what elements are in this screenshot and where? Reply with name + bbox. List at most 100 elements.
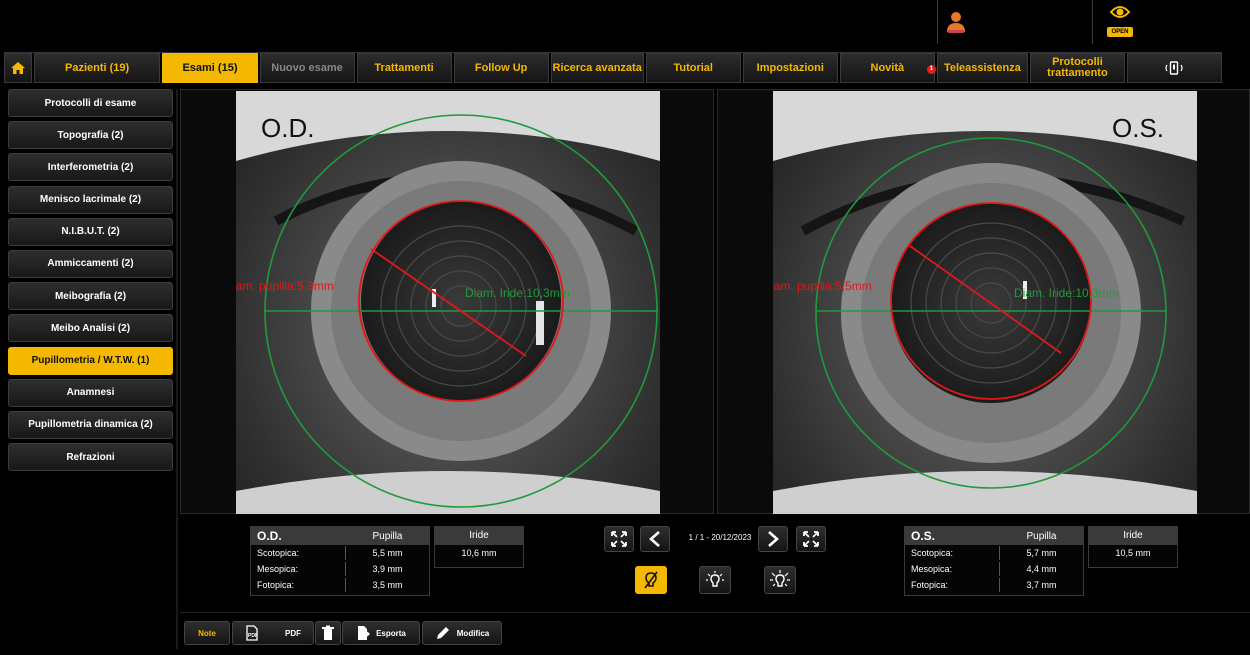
- od-mesopic-value: 3,9 mm: [372, 564, 403, 574]
- sidebar-item-meibografia[interactable]: Meibografia (2): [8, 282, 173, 311]
- bottom-toolbar: Note PDF PDF Esporta Modifica: [180, 612, 1250, 652]
- next-button[interactable]: [758, 526, 788, 552]
- trash-icon: [322, 625, 334, 640]
- nav-trattamenti[interactable]: Trattamenti: [356, 53, 452, 83]
- od-iris-box: Iride 10,6 mm: [434, 526, 524, 568]
- expand-icon: [611, 531, 627, 547]
- od-iris-value: 10,6 mm: [461, 548, 497, 558]
- note-button[interactable]: Note: [184, 621, 230, 645]
- sidebar-item-menisco[interactable]: Menisco lacrimale (2): [8, 185, 173, 214]
- chevron-left-icon: [649, 531, 660, 547]
- od-scotopic-value: 5,5 mm: [372, 548, 403, 558]
- nav-impostazioni-label: Impostazioni: [756, 61, 824, 74]
- sidebar-item-refrazioni[interactable]: Refrazioni: [8, 443, 173, 472]
- export-button-label: Esporta: [376, 628, 406, 638]
- bulb-icon: [706, 571, 724, 587]
- nav-novita[interactable]: Novità 1: [839, 53, 936, 83]
- sidebar-item-nibut[interactable]: N.I.B.U.T. (2): [8, 217, 173, 246]
- od-eye-heading: O.D.: [257, 529, 282, 543]
- os-pupil-table: O.S. Pupilla Scotopica: 5,7 mm Mesopica: 4,…: [904, 526, 1084, 596]
- od-iris-diameter-label: Diam. Iride:10,3mm: [465, 286, 570, 300]
- nav-follow-up[interactable]: Follow Up: [453, 53, 549, 83]
- device-vibrate-icon: [1165, 61, 1184, 75]
- od-scotopic-label: Scotopica:: [251, 546, 346, 560]
- sidebar-item-protocolli[interactable]: Protocolli di esame: [8, 89, 173, 117]
- nav-novita-label: Novità: [870, 61, 905, 74]
- nav-ricerca-avanzata-label: Ricerca avanzata: [552, 61, 642, 74]
- sidebar-divider: [176, 89, 178, 649]
- os-iris-box: Iride 10,5 mm: [1088, 526, 1178, 568]
- top-bar-separator: [1092, 0, 1093, 44]
- sidebar-item-interferometria[interactable]: Interferometria (2): [8, 153, 173, 182]
- sidebar-item-meibo-analisi[interactable]: Meibo Analisi (2): [8, 314, 173, 343]
- pdf-icon: PDF: [246, 625, 258, 641]
- nav-impostazioni[interactable]: Impostazioni: [742, 53, 838, 83]
- os-pupil-heading: Pupilla: [1026, 530, 1057, 542]
- os-image-label: O.S.: [1112, 113, 1165, 143]
- pdf-button[interactable]: PDF PDF: [232, 621, 314, 645]
- os-pupil-diameter-label: iam. pupilla:5,5mm: [773, 279, 872, 293]
- nav-nuovo-esame[interactable]: Nuovo esame: [259, 53, 355, 83]
- sidebar-item-anamnesi[interactable]: Anamnesi: [8, 378, 173, 407]
- nav-tutorial-label: Tutorial: [673, 61, 713, 74]
- expand-right-button[interactable]: [796, 526, 826, 552]
- delete-button[interactable]: [315, 621, 341, 645]
- nav-protocolli-trattamento-label: Protocolli trattamento: [1047, 56, 1108, 79]
- sidebar-item-topografia[interactable]: Topografia (2): [8, 121, 173, 150]
- user-icon[interactable]: [945, 10, 967, 34]
- svg-text:PDF: PDF: [248, 633, 258, 639]
- exam-sidebar: Protocolli di esame Topografia (2) Inter…: [8, 89, 173, 475]
- nav-protocolli-trattamento[interactable]: Protocolli trattamento: [1029, 53, 1125, 83]
- os-scotopic-label: Scotopica:: [905, 546, 1000, 560]
- medium-light-button[interactable]: [699, 566, 731, 594]
- nav-esami-label: Esami (15): [182, 61, 238, 74]
- od-eye-image: O.D. iam. pupilla:5,3mm Diam. Iride:10,3…: [236, 91, 660, 514]
- home-icon: [10, 62, 25, 74]
- open-button[interactable]: OPEN: [1106, 4, 1134, 40]
- os-photopic-label: Fotopica:: [905, 578, 1000, 592]
- od-pupil-table: O.D. Pupilla Scotopica: 5,5 mm Mesopica: 3,…: [250, 526, 430, 596]
- top-bar: OPEN: [0, 0, 1250, 44]
- od-iris-heading: Iride: [435, 527, 523, 545]
- os-image-panel: O.S. iam. pupilla:5,5mm Diam. Iride:10,3…: [717, 89, 1250, 514]
- os-iris-value: 10,5 mm: [1115, 548, 1151, 558]
- previous-button[interactable]: [640, 526, 670, 552]
- os-scotopic-value: 5,7 mm: [1026, 548, 1057, 558]
- od-pupil-diameter-label: iam. pupilla:5,3mm: [236, 279, 334, 293]
- edit-button-label: Modifica: [456, 628, 490, 638]
- chevron-right-icon: [768, 531, 779, 547]
- sidebar-item-pupillometria[interactable]: Pupillometria / W.T.W. (1): [8, 346, 173, 375]
- exam-date-label: 1 / 1 - 20/12/2023: [688, 533, 752, 542]
- note-button-label: Note: [198, 628, 216, 638]
- pencil-icon: [436, 627, 449, 639]
- os-iris-heading: Iride: [1089, 527, 1177, 545]
- nav-esami[interactable]: Esami (15): [162, 53, 258, 83]
- nav-tutorial[interactable]: Tutorial: [645, 53, 741, 83]
- od-image-label: O.D.: [261, 113, 315, 143]
- export-icon: [358, 626, 371, 640]
- export-button[interactable]: Esporta: [342, 621, 420, 645]
- nav-nuovo-esame-label: Nuovo esame: [271, 61, 343, 74]
- bright-light-button[interactable]: [764, 566, 796, 594]
- od-pupil-heading: Pupilla: [372, 530, 403, 542]
- nav-ricerca-avanzata[interactable]: Ricerca avanzata: [550, 53, 644, 83]
- nav-device[interactable]: [1126, 53, 1223, 83]
- bulb-bright-icon: [770, 570, 790, 587]
- nav-pazienti[interactable]: Pazienti (19): [33, 53, 161, 83]
- od-photopic-label: Fotopica:: [251, 578, 346, 592]
- sidebar-item-pupillometria-dinamica[interactable]: Pupillometria dinamica (2): [8, 410, 173, 439]
- os-iris-diameter-label: Diam. Iride:10,3mm: [1014, 286, 1119, 300]
- nav-teleassistenza[interactable]: Teleassistenza: [936, 53, 1028, 83]
- nav-follow-up-label: Follow Up: [474, 61, 528, 74]
- od-photopic-value: 3,5 mm: [372, 580, 403, 590]
- expand-left-button[interactable]: [604, 526, 634, 552]
- sidebar-item-ammiccamenti[interactable]: Ammiccamenti (2): [8, 249, 173, 278]
- edit-button[interactable]: Modifica: [422, 621, 502, 645]
- eye-open-icon: [1109, 6, 1131, 18]
- no-light-button[interactable]: [635, 566, 667, 594]
- nav-teleassistenza-label: Teleassistenza: [943, 61, 1021, 74]
- nav-home[interactable]: [4, 53, 32, 83]
- main-nav: Pazienti (19) Esami (15) Nuovo esame Tra…: [4, 52, 1223, 83]
- open-badge: OPEN: [1107, 27, 1133, 37]
- bulb-off-icon: [644, 571, 658, 589]
